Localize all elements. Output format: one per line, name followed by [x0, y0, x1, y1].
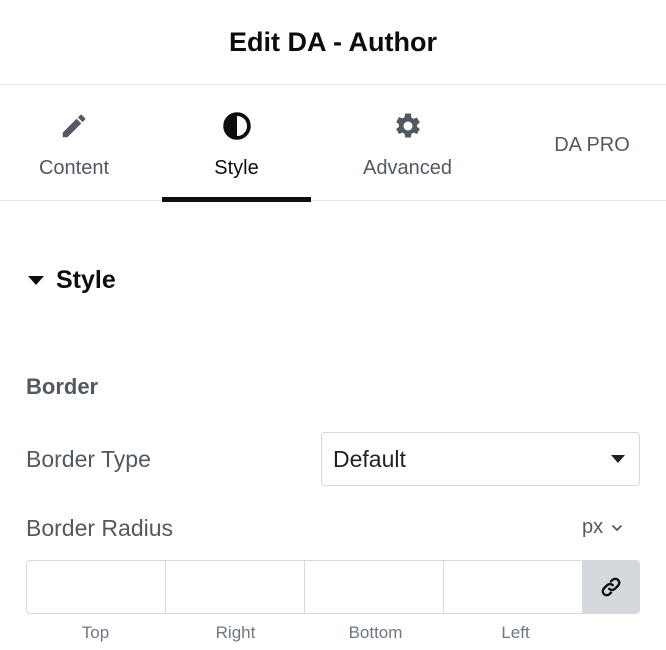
tab-label: Style [214, 157, 259, 179]
border-type-label: Border Type [26, 446, 151, 472]
radius-left-input[interactable] [444, 561, 583, 613]
border-heading: Border [26, 374, 99, 399]
link-icon [601, 577, 621, 597]
unit-selector[interactable]: px [582, 516, 623, 539]
border-radius-label: Border Radius [26, 515, 174, 541]
style-section-toggle[interactable]: Style [28, 262, 116, 298]
caret-down-icon [28, 275, 44, 285]
tab-label: DA PRO [554, 134, 630, 156]
radius-right-input[interactable] [166, 561, 305, 613]
radius-left-label: Left [501, 623, 530, 642]
border-type-select[interactable]: Default [321, 432, 640, 486]
panel-header: Edit DA - Author [0, 0, 666, 85]
pencil-icon [62, 114, 86, 138]
tab-bar: Content Style Advanced DA PRO [0, 85, 666, 202]
chevron-down-icon [611, 524, 623, 531]
tab-content[interactable]: Content [0, 85, 148, 201]
radius-top-label: Top [81, 623, 110, 642]
radius-top-input[interactable] [27, 561, 166, 613]
dropdown-arrow-icon [611, 455, 625, 463]
tab-da-pro[interactable]: DA PRO [518, 85, 666, 201]
unit-value: px [582, 516, 604, 538]
tab-label: Advanced [363, 157, 452, 179]
panel-title: Edit DA - Author [229, 26, 437, 57]
link-values-button[interactable] [583, 561, 639, 613]
contrast-icon [222, 112, 251, 140]
tab-label: Content [38, 157, 110, 179]
section-title: Style [56, 265, 116, 294]
radius-right-label: Right [215, 623, 256, 642]
radius-bottom-input[interactable] [305, 561, 444, 613]
gear-icon [395, 113, 420, 138]
border-radius-inputs [26, 560, 640, 614]
tab-style[interactable]: Style [162, 85, 311, 202]
border-type-value: Default [333, 445, 406, 472]
radius-bottom-label: Bottom [348, 623, 403, 642]
tab-advanced[interactable]: Advanced [333, 85, 482, 201]
